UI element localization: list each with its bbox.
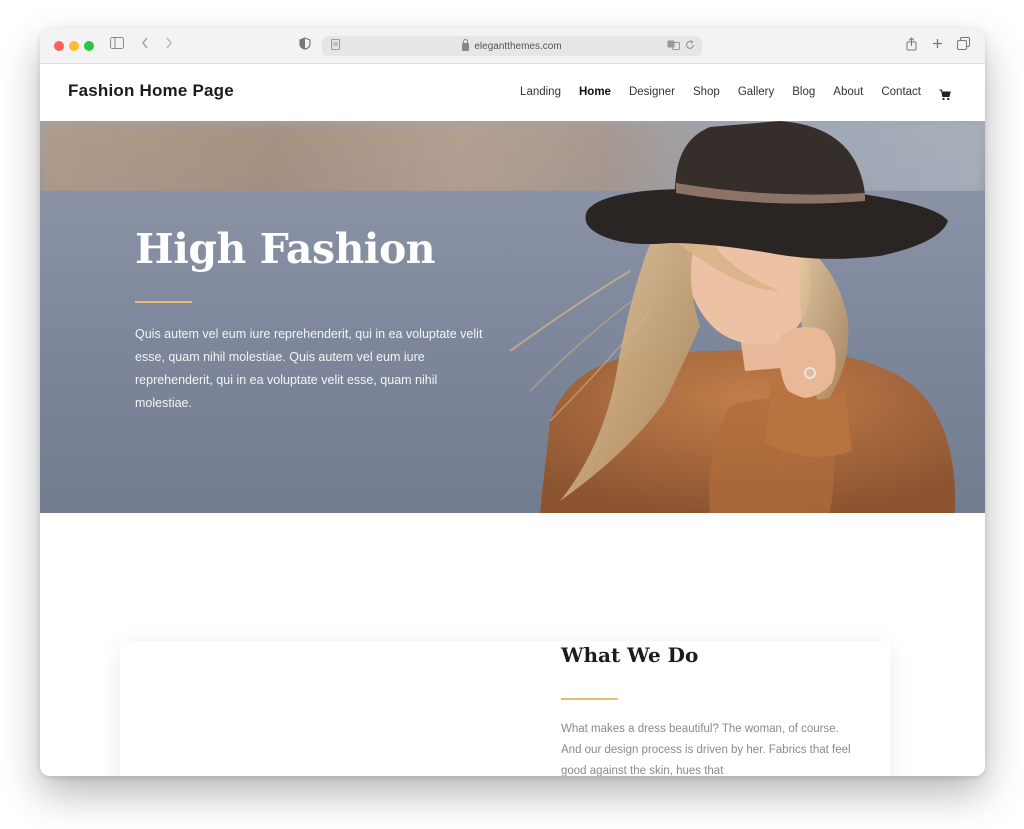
tab-overview-icon[interactable] bbox=[954, 37, 972, 55]
section-description: What makes a dress beautiful? The woman,… bbox=[561, 723, 851, 776]
nav-item-blog[interactable]: Blog bbox=[792, 86, 815, 98]
hero-section: High Fashion Quis autem vel eum iure rep… bbox=[40, 121, 985, 513]
address-bar[interactable]: elegantthemes.com bbox=[322, 36, 702, 56]
site-header: Fashion Home Page Landing Home Designer … bbox=[40, 64, 985, 121]
page-icon bbox=[326, 37, 344, 55]
hero-image-woman-in-hat bbox=[509, 121, 956, 513]
hero-title: High Fashion bbox=[135, 225, 436, 273]
browser-toolbar: elegantthemes.com bbox=[40, 28, 985, 64]
nav-item-about[interactable]: About bbox=[833, 86, 863, 98]
privacy-shield-icon[interactable] bbox=[296, 37, 314, 55]
nav-item-designer[interactable]: Designer bbox=[629, 86, 675, 98]
nav-item-landing[interactable]: Landing bbox=[520, 86, 561, 98]
new-tab-icon[interactable] bbox=[928, 37, 946, 55]
forward-icon[interactable] bbox=[160, 37, 178, 55]
minimize-window-button[interactable] bbox=[69, 41, 79, 51]
hero-description: Quis autem vel eum iure reprehenderit, q… bbox=[135, 327, 483, 410]
share-icon[interactable] bbox=[902, 37, 920, 55]
site-logo[interactable]: Fashion Home Page bbox=[68, 81, 234, 101]
url-text: elegantthemes.com bbox=[474, 40, 562, 52]
section-divider bbox=[561, 698, 618, 700]
nav-item-gallery[interactable]: Gallery bbox=[738, 86, 774, 98]
translate-icon[interactable] bbox=[664, 37, 682, 55]
close-window-button[interactable] bbox=[54, 41, 64, 51]
section-title: What We Do bbox=[561, 643, 699, 667]
maximize-window-button[interactable] bbox=[84, 41, 94, 51]
shopping-cart-icon[interactable] bbox=[939, 86, 951, 101]
what-we-do-section: What We Do What makes a dress beautiful?… bbox=[40, 513, 985, 776]
lock-icon bbox=[462, 39, 470, 51]
hero-divider bbox=[135, 301, 192, 303]
reload-icon[interactable] bbox=[681, 37, 699, 55]
nav-item-home[interactable]: Home bbox=[579, 86, 611, 98]
browser-window: elegantthemes.com Fashion Home Page Land… bbox=[40, 28, 985, 776]
nav-item-contact[interactable]: Contact bbox=[881, 86, 921, 98]
nav-item-shop[interactable]: Shop bbox=[693, 86, 720, 98]
back-icon[interactable] bbox=[136, 37, 154, 55]
sidebar-toggle-icon[interactable] bbox=[108, 37, 126, 55]
main-navigation: Landing Home Designer Shop Gallery Blog … bbox=[520, 86, 951, 101]
